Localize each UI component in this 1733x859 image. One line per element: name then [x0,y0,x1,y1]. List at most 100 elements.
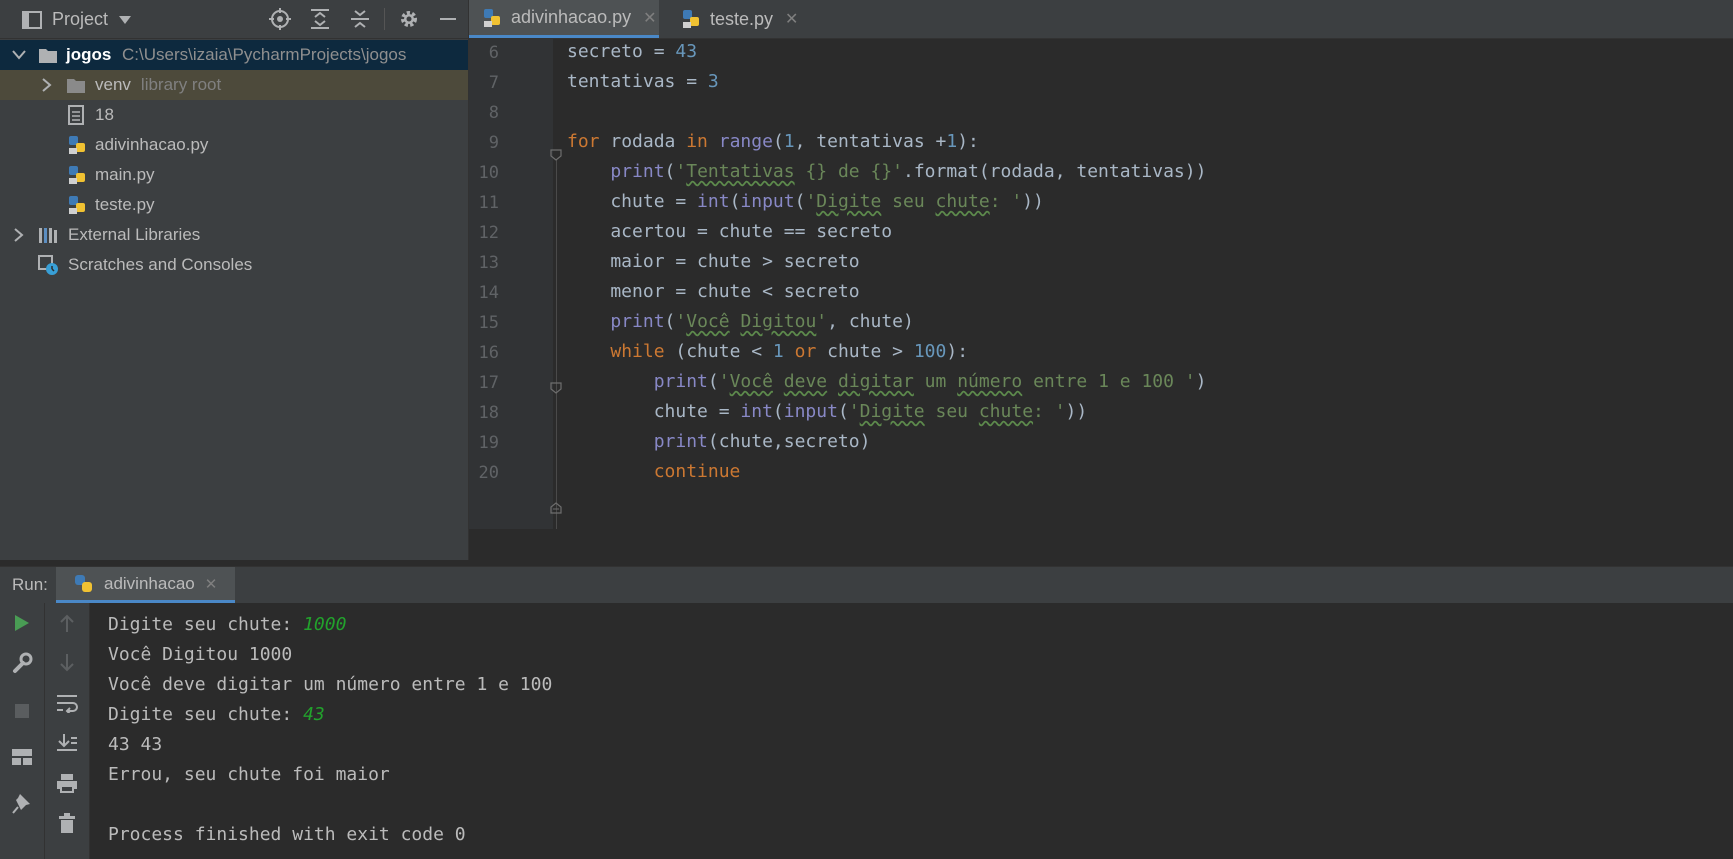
code-line[interactable]: acertou = chute == secreto [567,221,892,242]
tree-item-label: Scratches and Consoles [68,255,253,274]
tree-item-main-py[interactable]: main.py [0,160,468,190]
close-icon[interactable]: ✕ [205,575,218,593]
close-icon[interactable]: ✕ [643,8,656,28]
tree-item-adivinhacao-py[interactable]: adivinhacao.py [0,130,468,160]
pin-tab-button[interactable] [8,789,36,817]
line-number: 17 [478,373,499,393]
line-number: 9 [488,133,499,153]
tree-item-label: venv [95,75,131,94]
project-window-icon [22,10,42,29]
line-number: 14 [478,283,499,303]
trash-icon [59,813,75,833]
tree-item-venv[interactable]: venv library root [0,70,468,100]
console-text: Errou, seu chute foi maior [108,764,390,785]
run-tab-label: adivinhacao [104,573,195,593]
line-number: 16 [478,343,499,363]
line-number: 11 [478,193,499,213]
tree-item-teste-py[interactable]: teste.py [0,190,468,220]
collapse-all-icon [351,10,369,28]
code-line[interactable]: maior = chute > secreto [567,251,859,272]
tab-adivinhacao-py[interactable]: adivinhacao.py ✕ [469,0,659,38]
console-text: Tentativas 3 de 3 [108,603,292,605]
chevron-right-icon[interactable] [12,228,26,242]
tree-item-label: adivinhacao.py [95,135,209,154]
libraries-icon [39,228,57,243]
chevron-right-icon[interactable] [40,78,54,92]
clear-all-button[interactable] [53,809,81,837]
python-icon [75,574,92,592]
layout-button[interactable] [8,743,36,771]
chevron-down-icon[interactable] [12,48,26,62]
soft-wrap-button[interactable] [53,689,81,717]
soft-wrap-icon [57,695,78,713]
code-line[interactable]: chute = int(input('Digite seu chute: ')) [567,401,1088,422]
console-line: 43 43 [108,734,162,755]
console-text: Você Digitou 1000 [108,644,293,665]
scroll-to-end-button[interactable] [53,729,81,757]
print-button[interactable] [53,769,81,797]
locate-file-button[interactable] [268,7,292,31]
line-number: 7 [488,73,499,93]
scroll-to-end-icon [57,734,77,751]
code-line[interactable]: print('Você Digitou', chute) [567,311,913,332]
printer-icon [57,774,77,793]
folder-icon [39,49,57,63]
tab-teste-py[interactable]: teste.py ✕ [674,0,798,38]
code-editor[interactable]: 6 7 8 9 10 11 12 13 14 15 16 17 18 19 20… [469,39,1733,529]
run-toolbar-primary [0,603,45,859]
stop-button[interactable] [8,697,36,725]
code-line[interactable]: print(chute,secreto) [567,431,871,452]
previous-occurrence-button[interactable] [53,609,81,637]
project-view-selector[interactable]: Project [22,9,132,30]
settings-button[interactable] [397,7,421,31]
fold-marker-icon[interactable] [550,382,562,394]
fold-marker-icon[interactable] [550,149,562,161]
console-text: Digite seu chute: [108,614,304,635]
code-line[interactable]: print('Você deve digitar um número entre… [567,371,1207,392]
console-user-input: 1000 [303,614,347,635]
run-tab-adivinhacao[interactable]: adivinhacao ✕ [56,567,236,603]
crosshair-icon [269,8,291,30]
root-folder-path: C:\Users\izaia\PycharmProjects\jogos [122,45,407,64]
project-panel-header: Project [0,0,468,39]
run-toolbar-secondary [45,603,90,859]
console-line: Errou, seu chute foi maior [108,764,390,785]
code-line[interactable]: print('Tentativas {} de {}'.format(rodad… [567,161,1206,182]
tree-item-external-libraries[interactable]: External Libraries [0,220,468,250]
expand-all-button[interactable] [308,7,332,31]
code-line[interactable]: tentativas = 3 [567,71,719,92]
hide-panel-button[interactable] [436,7,460,31]
arrow-down-icon [60,654,74,672]
collapse-all-button[interactable] [348,7,372,31]
code-line[interactable]: for rodada in range(1, tentativas +1): [567,131,979,152]
code-line[interactable]: menor = chute < secreto [567,281,859,302]
line-number: 6 [488,43,499,63]
run-panel-header: Run: adivinhacao ✕ [0,566,1733,604]
tree-item-18[interactable]: 18 [0,100,468,130]
root-folder-name: jogos [66,45,112,64]
code-line[interactable]: secreto = 43 [567,41,697,62]
fold-end-marker-icon[interactable] [550,502,562,514]
code-line[interactable]: continue [567,461,741,482]
console-output[interactable]: Tentativas 3 de 3 Digite seu chute: 1000 V… [90,603,1733,859]
expand-all-icon [311,9,329,29]
tree-root-jogos[interactable]: jogos C:\Users\izaia\PycharmProjects\jog… [0,40,468,70]
scratches-icon [38,255,58,275]
modify-run-config-button[interactable] [8,649,36,677]
console-user-input: 43 [303,704,325,725]
code-line[interactable]: chute = int(input('Digite seu chute: ')) [567,191,1044,212]
line-number: 13 [478,253,499,273]
tree-item-scratches-and-consoles[interactable]: Scratches and Consoles [0,250,468,280]
folder-icon [67,79,85,93]
minimize-icon [440,18,456,20]
stop-icon [15,704,29,718]
console-line: Você deve digitar um número entre 1 e 10… [108,674,552,695]
editor-tabs: adivinhacao.py ✕ teste.py ✕ [469,0,1733,39]
console-text: Process finished with exit code 0 [108,824,466,845]
code-line[interactable]: while (chute < 1 or chute > 100): [567,341,968,362]
next-occurrence-button[interactable] [53,649,81,677]
rerun-button[interactable] [8,609,36,637]
close-icon[interactable]: ✕ [785,9,798,29]
library-root-hint: library root [140,75,222,94]
line-number: 15 [478,313,499,333]
